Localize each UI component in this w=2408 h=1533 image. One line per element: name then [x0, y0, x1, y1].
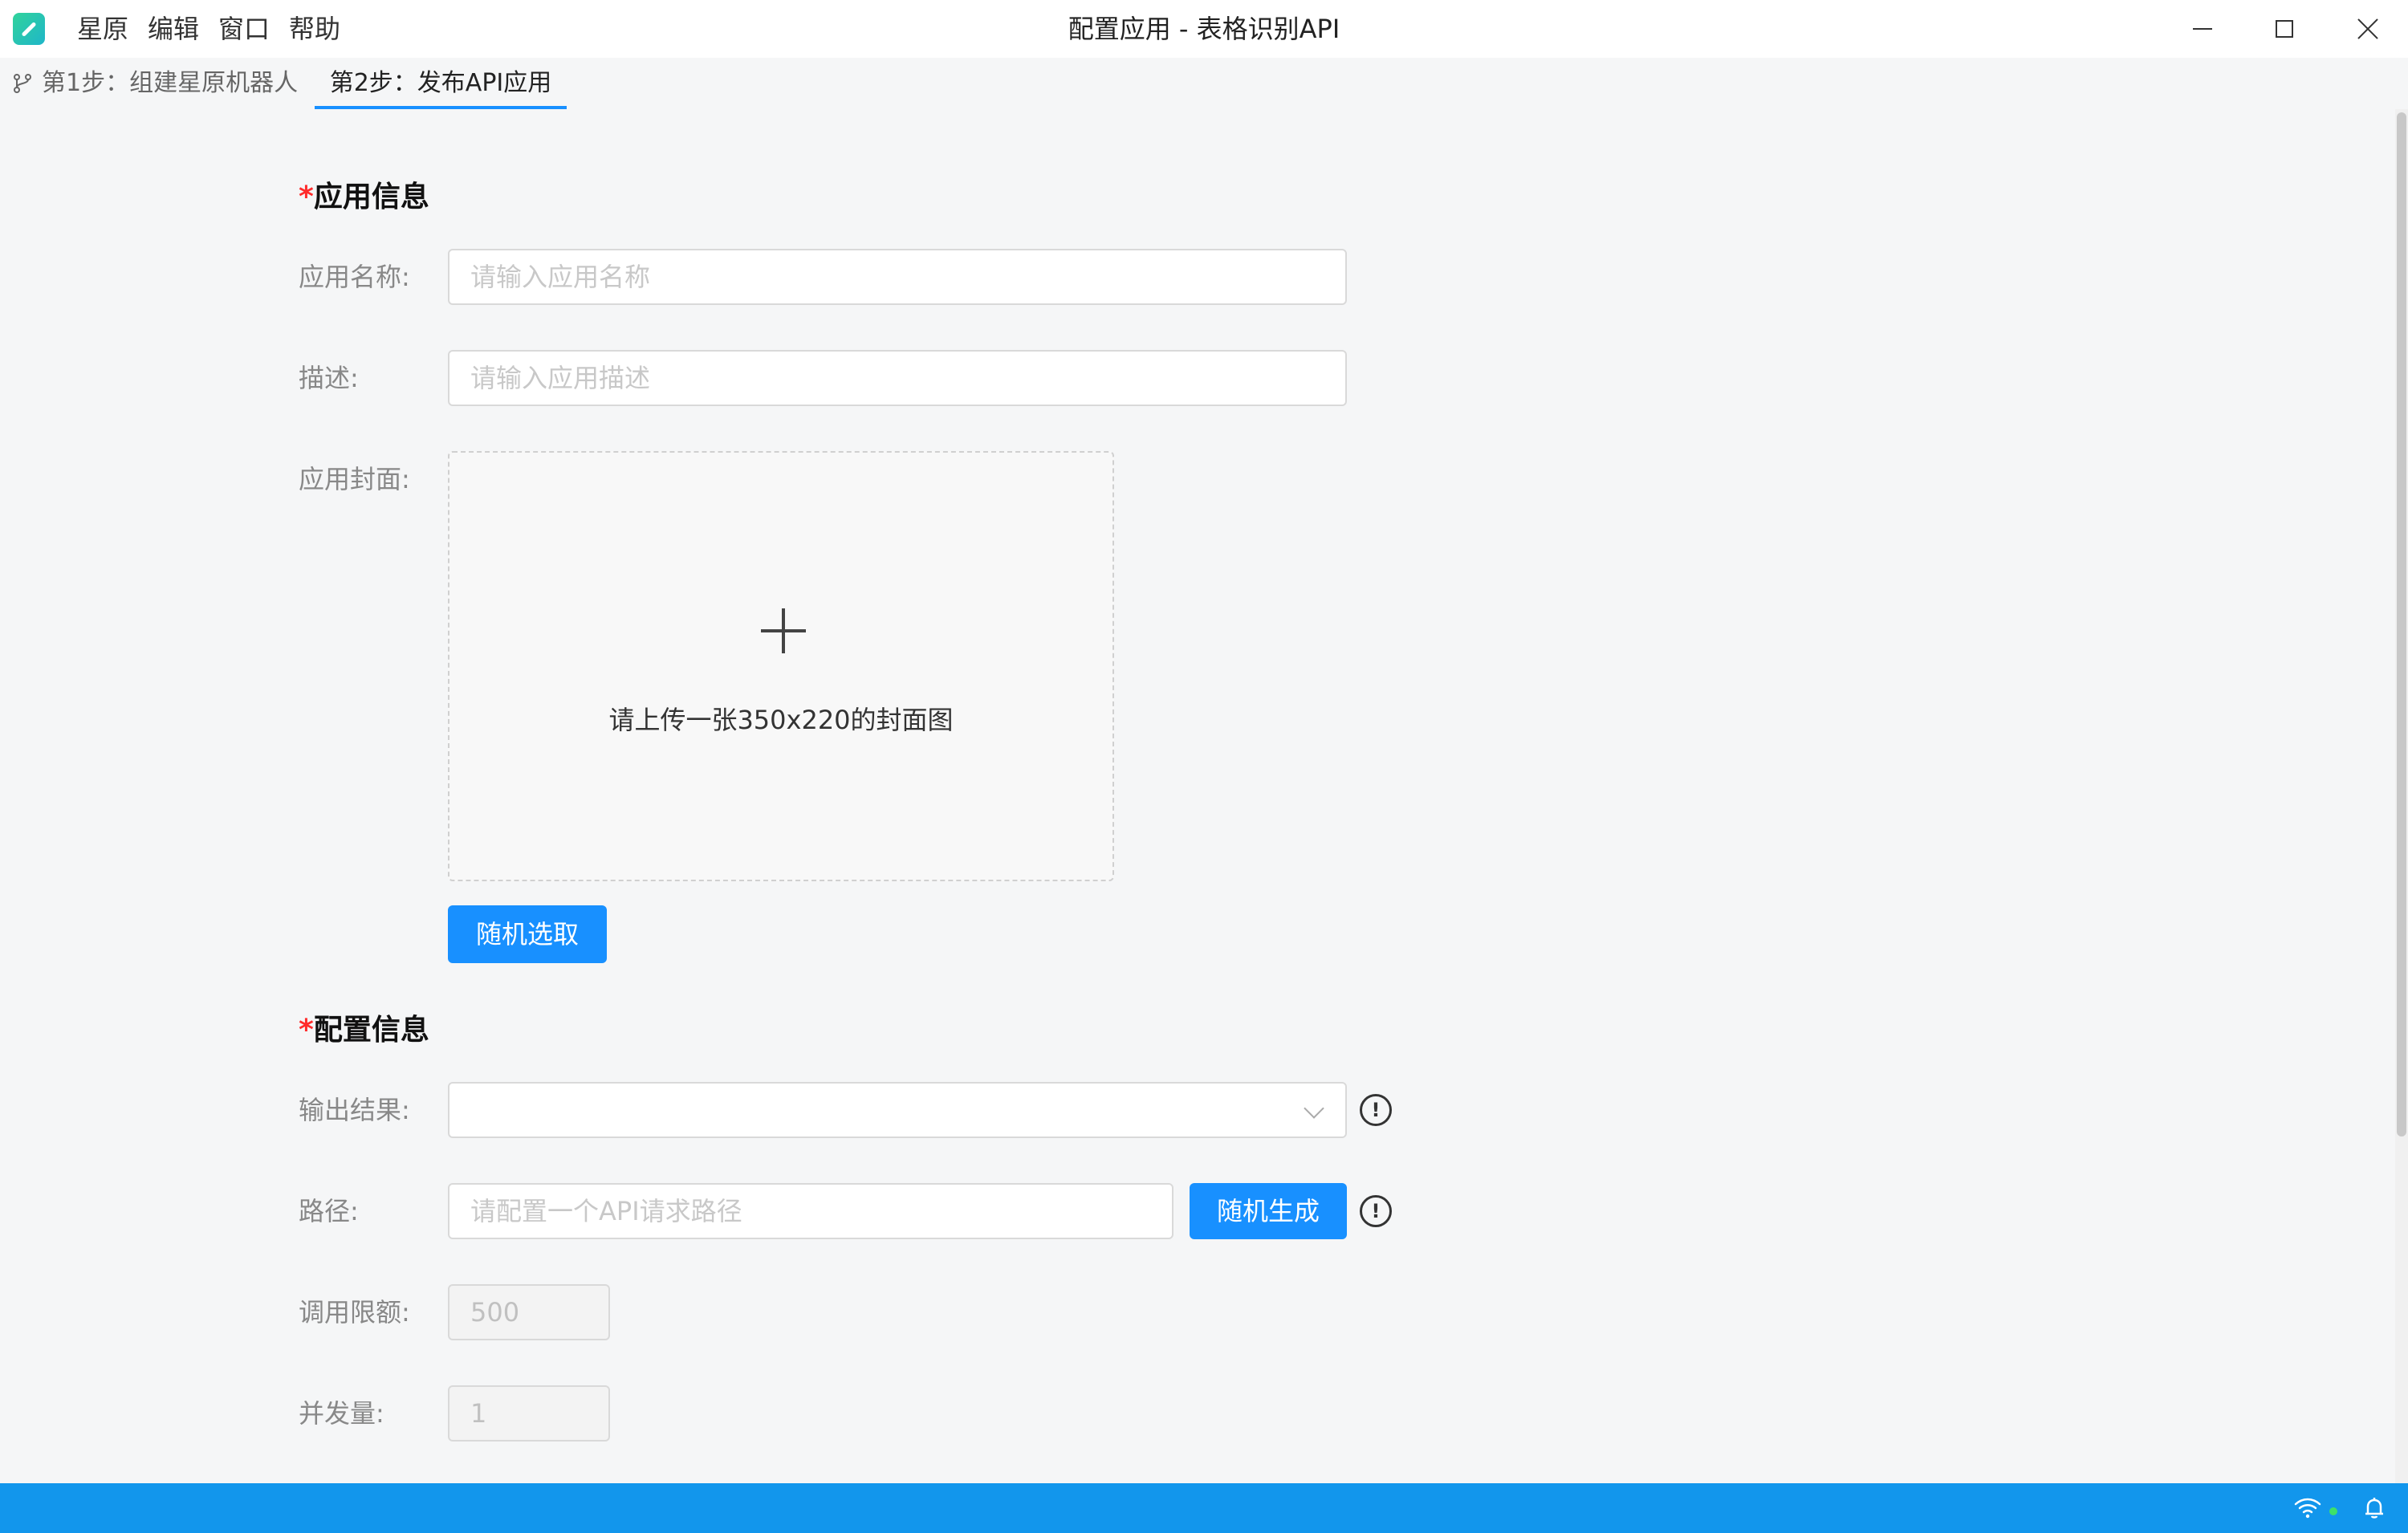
- scrollbar-thumb[interactable]: [2397, 112, 2406, 1137]
- app-info-title-text: 应用信息: [313, 181, 429, 213]
- path-input[interactable]: [448, 1183, 1173, 1239]
- quota-label: 调用限额:: [299, 1297, 410, 1328]
- random-generate-button[interactable]: 随机生成: [1190, 1183, 1347, 1239]
- close-icon: [2357, 18, 2379, 40]
- path-label: 路径:: [299, 1196, 359, 1226]
- cover-label: 应用封面:: [299, 464, 410, 494]
- config-info-title-text: 配置信息: [313, 1014, 429, 1047]
- app-name-label: 应用名称:: [299, 262, 410, 292]
- branch-icon: [14, 74, 31, 93]
- quota-input: [448, 1284, 610, 1340]
- random-pick-button[interactable]: 随机选取: [448, 905, 607, 963]
- description-label: 描述:: [299, 363, 359, 393]
- cover-upload-hint: 请上传一张350x220的封面图: [608, 705, 954, 735]
- cover-upload-area[interactable]: 请上传一张350x220的封面图: [448, 451, 1114, 881]
- app-name-input[interactable]: [448, 249, 1347, 305]
- maximize-button[interactable]: [2244, 0, 2325, 58]
- tab-step-1[interactable]: 第1步：组建星原机器人: [11, 58, 298, 109]
- output-select[interactable]: [448, 1082, 1347, 1138]
- config-info-title: *配置信息: [299, 1011, 429, 1050]
- title-bar: 星原 编辑 窗口 帮助 配置应用 - 表格识别API: [0, 0, 2408, 58]
- connection-status-dot: [2329, 1507, 2337, 1515]
- path-info-icon[interactable]: !: [1360, 1195, 1392, 1227]
- status-bar: [0, 1483, 2408, 1533]
- minimize-icon: [2193, 28, 2212, 30]
- app-info-title: *应用信息: [299, 178, 429, 217]
- concurrency-label: 并发量:: [299, 1398, 384, 1429]
- step-tabs: 第1步：组建星原机器人 第2步：发布API应用: [0, 58, 2408, 109]
- maximize-icon: [2276, 20, 2293, 38]
- plus-icon: [761, 608, 806, 653]
- close-button[interactable]: [2328, 0, 2408, 58]
- minimize-button[interactable]: [2162, 0, 2243, 58]
- output-label: 输出结果:: [299, 1095, 410, 1125]
- bell-icon[interactable]: [2363, 1496, 2386, 1520]
- required-mark: *: [299, 181, 314, 213]
- required-mark: *: [299, 1014, 314, 1047]
- tab-step-2-label: 第2步：发布API应用: [329, 69, 552, 97]
- concurrency-input: [448, 1385, 610, 1442]
- output-info-icon[interactable]: !: [1360, 1094, 1392, 1126]
- description-input[interactable]: [448, 350, 1347, 406]
- tab-step-1-label: 第1步：组建星原机器人: [42, 69, 299, 97]
- window-title: 配置应用 - 表格识别API: [1068, 14, 1340, 44]
- wifi-icon: [2294, 1498, 2321, 1519]
- tab-step-2[interactable]: 第2步：发布API应用: [315, 58, 567, 109]
